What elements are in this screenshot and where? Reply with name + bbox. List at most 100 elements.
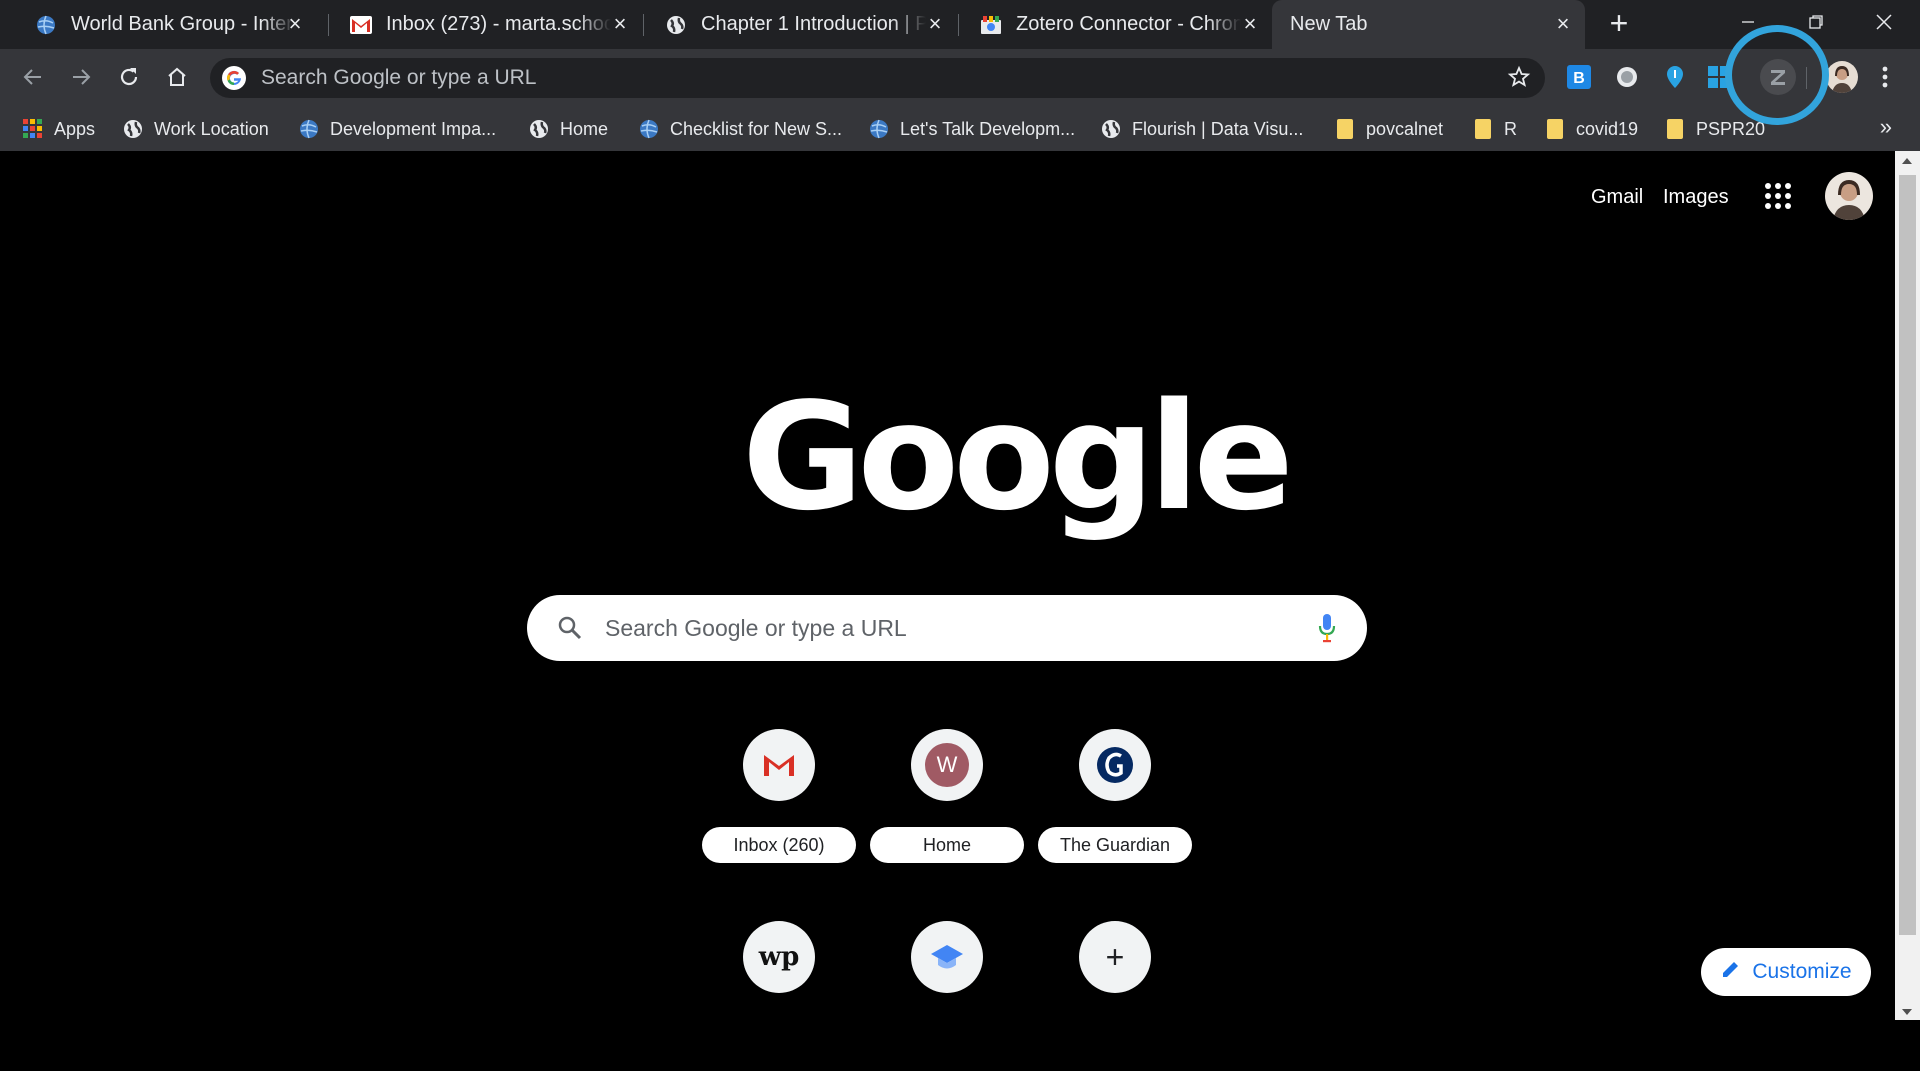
bookmark-label: Work Location — [154, 118, 269, 139]
microphone-icon[interactable] — [1317, 612, 1337, 649]
bookmark-label: Flourish | Data Visu... — [1132, 118, 1304, 139]
new-tab-button[interactable]: + — [1603, 7, 1635, 40]
bookmark-label: Apps — [54, 118, 96, 139]
bookmark-folder-r[interactable]: R — [1472, 116, 1517, 142]
bookmark-work-location[interactable]: Work Location — [122, 116, 269, 142]
globe-icon — [868, 118, 890, 140]
graduation-cap-icon — [911, 921, 983, 993]
tab-zotero-connector[interactable]: Zotero Connector - Chrome × — [962, 0, 1272, 49]
close-icon[interactable]: × — [285, 13, 305, 35]
bookmark-folder-povcalnet[interactable]: povcalnet — [1334, 116, 1443, 142]
forward-button[interactable] — [64, 60, 98, 94]
customize-button[interactable]: Customize — [1701, 948, 1871, 996]
minimize-button[interactable] — [1720, 0, 1776, 44]
close-icon[interactable]: × — [1553, 13, 1573, 35]
guardian-icon — [1079, 729, 1151, 801]
globe-icon — [665, 14, 687, 36]
gmail-icon — [743, 729, 815, 801]
shortcut-label: Home — [870, 827, 1024, 863]
chrome-web-store-icon — [980, 14, 1002, 36]
folder-icon — [1334, 118, 1356, 140]
toolbar: Search Google or type a URL B — [0, 49, 1920, 106]
apps-grid-icon — [22, 118, 44, 140]
tab-title: New Tab — [1290, 13, 1368, 35]
bookmark-label: Checklist for New S... — [670, 118, 843, 139]
scroll-up-arrow[interactable] — [1902, 158, 1912, 164]
page-scrollbar[interactable] — [1895, 151, 1920, 1020]
bookmark-checklist[interactable]: Checklist for New S... — [638, 116, 842, 142]
restore-button[interactable] — [1788, 0, 1844, 44]
google-g-icon — [222, 66, 246, 90]
location-extension-icon[interactable] — [1662, 64, 1688, 90]
profile-avatar[interactable] — [1826, 61, 1858, 93]
globe-icon — [1100, 118, 1122, 140]
close-icon[interactable]: × — [610, 13, 630, 35]
circle-extension-icon[interactable] — [1614, 64, 1640, 90]
tab-new-tab[interactable]: New Tab × — [1272, 0, 1585, 49]
bookmark-folder-covid19[interactable]: covid19 — [1544, 116, 1638, 142]
globe-icon — [122, 118, 144, 140]
customize-label: Customize — [1752, 960, 1852, 983]
search-placeholder: Search Google or type a URL — [605, 615, 907, 641]
search-box[interactable]: Search Google or type a URL — [527, 595, 1367, 661]
scroll-thumb[interactable] — [1899, 175, 1916, 935]
shortcut-tile[interactable]: Inbox (260) — [702, 729, 856, 879]
globe-icon — [528, 118, 550, 140]
toolbar-separator — [1806, 67, 1807, 89]
bookmark-label: PSPR20 — [1696, 118, 1766, 139]
bookmark-label: R — [1504, 118, 1517, 139]
back-button[interactable] — [16, 60, 50, 94]
tab-separator — [328, 14, 329, 36]
tab-strip: World Bank Group - Internatio × Inbox (2… — [0, 0, 1920, 49]
tab-world-bank[interactable]: World Bank Group - Internatio × — [17, 0, 317, 49]
bookmark-home[interactable]: Home — [528, 116, 608, 142]
svg-text:B: B — [1573, 70, 1585, 87]
bookmark-label: Home — [560, 118, 609, 139]
globe-icon — [298, 118, 320, 140]
tab-chapter-1[interactable]: Chapter 1 Introduction | Poverty × — [647, 0, 957, 49]
shortcut-tile[interactable] — [870, 921, 1024, 1071]
folder-icon — [1472, 118, 1494, 140]
plus-glyph: + — [1105, 938, 1125, 975]
close-window-button[interactable] — [1856, 0, 1912, 44]
gmail-icon — [350, 14, 372, 36]
tab-gmail-inbox[interactable]: Inbox (273) - marta.schoch@gmail.com × — [332, 0, 642, 49]
address-bar[interactable]: Search Google or type a URL — [210, 58, 1545, 98]
gmail-link[interactable]: Gmail — [1591, 186, 1643, 209]
shortcut-tile[interactable]: wp — [702, 921, 856, 1071]
reload-button[interactable] — [112, 60, 146, 94]
bookmark-flourish[interactable]: Flourish | Data Visu... — [1100, 116, 1303, 142]
close-icon[interactable]: × — [925, 13, 945, 35]
images-link[interactable]: Images — [1663, 186, 1729, 209]
windows-extension-icon[interactable] — [1706, 64, 1732, 90]
bookmark-lets-talk-development[interactable]: Let's Talk Developm... — [868, 116, 1075, 142]
b-extension-icon[interactable]: B — [1566, 64, 1592, 90]
more-menu-icon[interactable] — [1868, 60, 1902, 94]
search-icon — [557, 615, 583, 646]
shortcut-tile[interactable]: The Guardian — [1038, 729, 1192, 879]
account-avatar[interactable] — [1825, 172, 1873, 220]
globe-icon — [35, 14, 57, 36]
bookmark-folder-pspr20[interactable]: PSPR20 — [1664, 116, 1765, 142]
home-button[interactable] — [160, 60, 194, 94]
shortcut-tile[interactable]: + — [1038, 921, 1192, 1071]
bookmark-star-icon[interactable] — [1507, 65, 1531, 94]
w-letter-icon: W — [911, 729, 983, 801]
tab-separator — [643, 14, 644, 36]
close-icon[interactable]: × — [1240, 13, 1260, 35]
bookmark-apps[interactable]: Apps — [22, 116, 95, 142]
new-tab-page: Gmail Images Google Search Google or typ… — [0, 151, 1895, 1020]
shortcut-tile[interactable]: W Home — [870, 729, 1024, 879]
google-apps-icon[interactable] — [1765, 183, 1791, 209]
pencil-icon — [1720, 958, 1742, 986]
plus-icon: + — [1079, 921, 1151, 993]
bookmark-development-impact[interactable]: Development Impa... — [298, 116, 496, 142]
zotero-icon[interactable] — [1760, 59, 1796, 95]
bookmarks-overflow-icon[interactable]: » — [1880, 114, 1892, 140]
shortcut-label: Inbox (260) — [702, 827, 856, 863]
w-letter: W — [925, 743, 969, 787]
scroll-down-arrow[interactable] — [1902, 1009, 1912, 1015]
folder-icon — [1544, 118, 1566, 140]
tab-title: Inbox (273) - marta.schoch@gmail.com — [386, 13, 611, 35]
bookmark-label: covid19 — [1576, 118, 1639, 139]
